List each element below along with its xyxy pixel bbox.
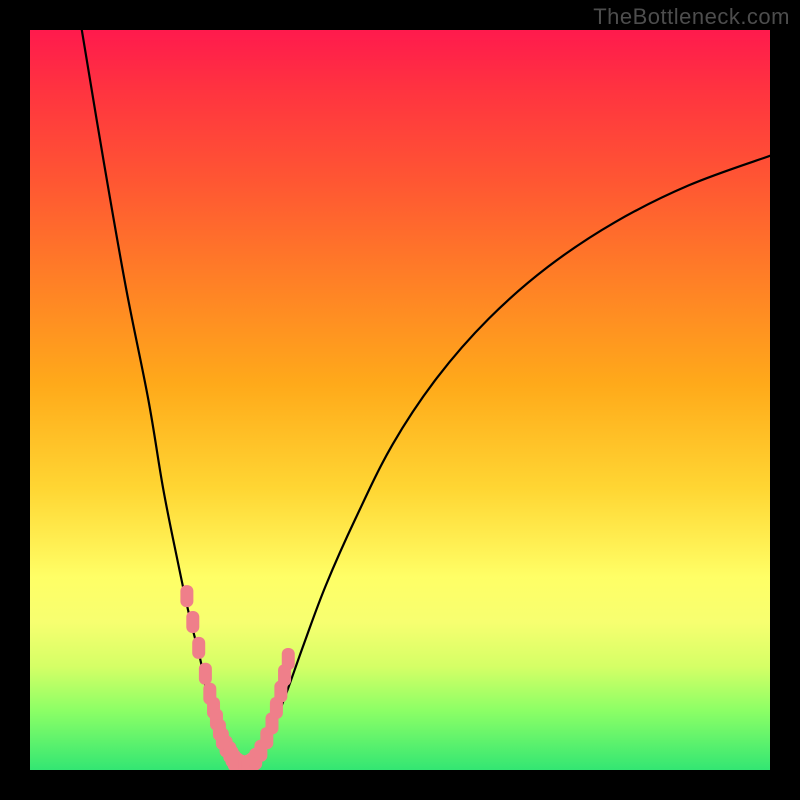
marker-group-scatter-pink [180,585,294,770]
curve-left-curve [82,30,234,766]
chart-overlay [30,30,770,770]
marker-point [199,663,212,685]
marker-point [282,648,295,670]
plot-area [30,30,770,770]
marker-point [186,611,199,633]
marker-point [180,585,193,607]
marker-point [192,637,205,659]
watermark-text: TheBottleneck.com [593,4,790,30]
curve-right-curve [252,156,770,766]
chart-frame: TheBottleneck.com [0,0,800,800]
